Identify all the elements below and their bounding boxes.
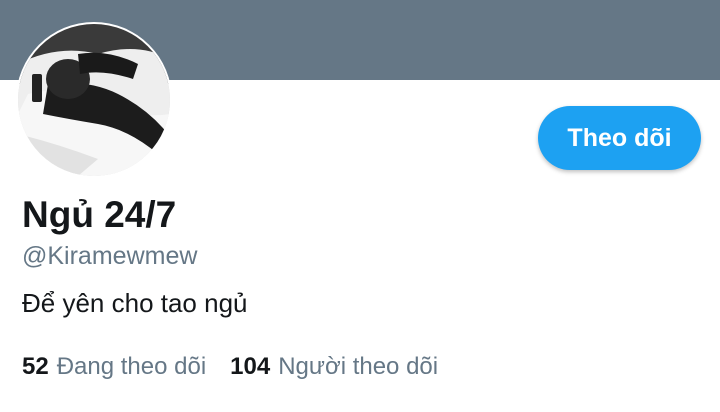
- following-label: Đang theo dõi: [56, 353, 207, 380]
- avatar-photo: [18, 24, 170, 176]
- follow-stats: 52 Đang theo dõi 104 Người theo dõi: [22, 353, 438, 381]
- following-count: 52: [22, 353, 49, 380]
- following-stat[interactable]: 52 Đang theo dõi: [22, 353, 206, 381]
- profile-page: Theo dõi Ngủ 24/7 @Kiramewmew Để yên cho…: [0, 0, 720, 412]
- display-name: Ngủ 24/7: [22, 194, 177, 235]
- followers-label: Người theo dõi: [278, 353, 439, 380]
- avatar[interactable]: [18, 24, 170, 176]
- followers-count: 104: [230, 353, 271, 380]
- followers-stat[interactable]: 104 Người theo dõi: [230, 353, 438, 381]
- profile-bio: Để yên cho tao ngủ: [22, 288, 248, 318]
- user-handle: @Kiramewmew: [22, 242, 198, 270]
- follow-button[interactable]: Theo dõi: [538, 106, 701, 170]
